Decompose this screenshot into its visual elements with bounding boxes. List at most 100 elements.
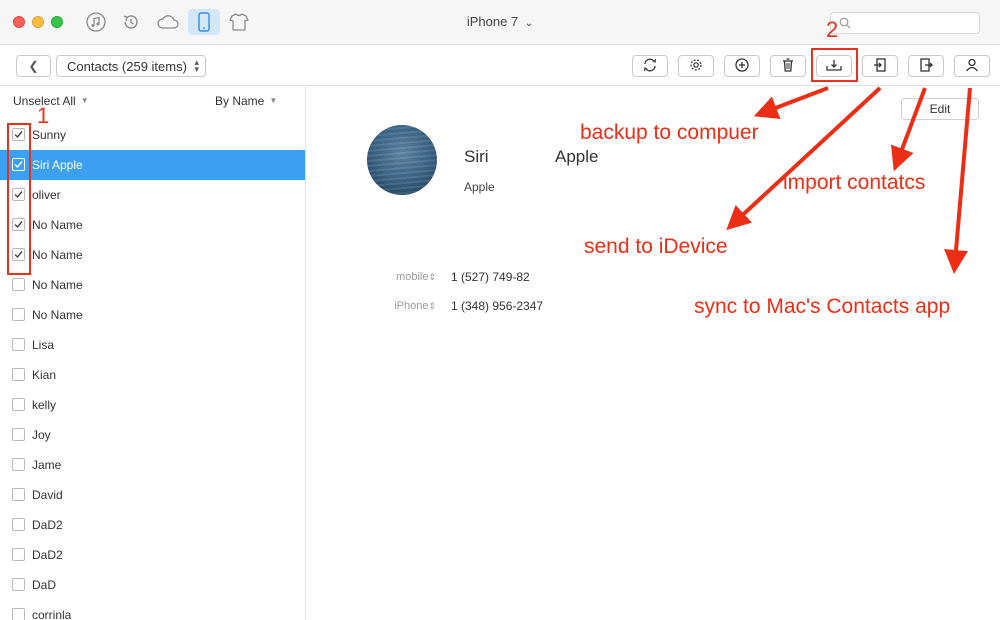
contact-checkbox[interactable] xyxy=(12,488,25,501)
step-1-annotation: 1 xyxy=(37,103,50,128)
contact-row[interactable]: No Name xyxy=(0,270,305,300)
contact-avatar xyxy=(367,125,437,195)
zoom-window-button[interactable] xyxy=(51,16,63,28)
contact-row[interactable]: Lisa xyxy=(0,330,305,360)
minimize-window-button[interactable] xyxy=(32,16,44,28)
contact-row[interactable]: DaD2 xyxy=(0,510,305,540)
step-2-annotation: 2 xyxy=(826,17,839,42)
caret-down-icon: ▼ xyxy=(80,96,89,105)
back-button[interactable]: ❮ xyxy=(16,55,51,77)
contact-name: No Name xyxy=(32,218,83,232)
contact-checkbox[interactable] xyxy=(12,278,25,291)
sort-dropdown[interactable]: By Name ▼ xyxy=(215,94,277,108)
contact-name: DaD2 xyxy=(32,548,63,562)
annotation-sync: sync to Mac's Contacts app xyxy=(694,295,951,318)
contact-row[interactable]: Kian xyxy=(0,360,305,390)
contact-name: Jame xyxy=(32,458,62,472)
add-icon xyxy=(734,57,750,76)
edit-button[interactable]: Edit xyxy=(901,98,979,120)
contact-row[interactable]: Siri Apple xyxy=(0,150,305,180)
contact-checkbox[interactable] xyxy=(12,308,25,321)
contact-name: corrinla xyxy=(32,608,72,620)
sync-contacts-button[interactable] xyxy=(954,55,990,77)
contact-name: Siri Apple xyxy=(32,158,83,172)
arrow-backup xyxy=(753,86,829,119)
chevron-left-icon: ❮ xyxy=(28,59,39,73)
contact-name: kelly xyxy=(32,398,57,412)
contact-row[interactable]: No Name xyxy=(0,300,305,330)
close-window-button[interactable] xyxy=(13,16,25,28)
refresh-button[interactable] xyxy=(632,55,668,77)
contact-row[interactable]: David xyxy=(0,480,305,510)
contact-list-panel: Unselect All ▼ By Name ▼ Sunny Siri Apple ol… xyxy=(0,87,306,620)
contact-checkbox[interactable] xyxy=(12,458,25,471)
cloud-icon[interactable] xyxy=(155,11,181,33)
contact-row[interactable]: DaD2 xyxy=(0,540,305,570)
chevron-down-icon: ⌄ xyxy=(524,18,534,29)
device-name: iPhone 7 xyxy=(466,14,519,29)
up-down-arrows-icon: ⇕ xyxy=(428,301,436,311)
contact-last-name: Apple xyxy=(555,147,599,166)
contact-row[interactable]: No Name xyxy=(0,240,305,270)
caret-down-icon: ▼ xyxy=(269,96,278,105)
contact-name: DaD xyxy=(32,578,57,592)
contact-name: No Name xyxy=(32,248,83,262)
category-select[interactable]: Contacts (259 items) ▴ ▾ xyxy=(56,55,206,77)
send-to-device-button[interactable] xyxy=(908,55,944,77)
contact-row[interactable]: corrinla xyxy=(0,600,305,620)
contact-checkbox[interactable] xyxy=(12,428,25,441)
annotation-backup: backup to compuer xyxy=(580,121,759,144)
contact-name: DaD2 xyxy=(32,518,63,532)
contact-name: Joy xyxy=(32,428,51,442)
contact-name: David xyxy=(32,488,63,502)
phone-value-iphone: 1 (348) 956-2347 xyxy=(451,299,544,313)
phone-label-text: mobile xyxy=(396,271,429,283)
contact-checkbox[interactable] xyxy=(12,518,25,531)
contact-checkbox[interactable] xyxy=(12,368,25,381)
checked-contacts-highlight-box xyxy=(7,123,31,275)
contact-row[interactable]: No Name xyxy=(0,210,305,240)
contact-checkbox[interactable] xyxy=(12,608,25,620)
backup-highlight-box xyxy=(811,48,858,82)
import-button[interactable] xyxy=(862,55,898,77)
search-icon xyxy=(839,17,851,32)
restore-icon[interactable] xyxy=(120,11,142,33)
contact-row[interactable]: DaD xyxy=(0,570,305,600)
device-selector[interactable]: iPhone 7 ⌄ xyxy=(440,14,560,29)
music-icon[interactable] xyxy=(85,11,107,33)
contact-checkbox[interactable] xyxy=(12,548,25,561)
refresh-icon xyxy=(642,57,658,76)
delete-button[interactable] xyxy=(770,55,806,77)
contact-row[interactable]: kelly xyxy=(0,390,305,420)
title-bar: iPhone 7 ⌄ xyxy=(0,0,1000,45)
contact-name: Sunny xyxy=(32,128,67,142)
phone-icon[interactable] xyxy=(188,9,220,35)
up-down-arrows-icon: ▴ ▾ xyxy=(194,57,199,74)
contact-row[interactable]: oliver xyxy=(0,180,305,210)
phone-value-mobile: 1 (527) 749-82 xyxy=(451,270,530,284)
search-input[interactable] xyxy=(830,12,980,34)
contact-checkbox[interactable] xyxy=(12,338,25,351)
up-down-arrows-icon: ⇕ xyxy=(428,272,436,282)
trash-icon xyxy=(780,57,796,76)
gear-icon xyxy=(688,57,704,76)
add-button[interactable] xyxy=(724,55,760,77)
unselect-all-dropdown[interactable]: Unselect All ▼ xyxy=(13,94,89,108)
phone-label-iphone[interactable]: iPhone⇕ xyxy=(376,300,436,312)
settings-button[interactable] xyxy=(678,55,714,77)
annotation-send: send to iDevice xyxy=(584,235,728,258)
tshirt-icon[interactable] xyxy=(228,11,250,33)
contact-checkbox[interactable] xyxy=(12,578,25,591)
phone-label-mobile[interactable]: mobile⇕ xyxy=(376,271,436,283)
contact-row[interactable]: Jame xyxy=(0,450,305,480)
contact-checkbox[interactable] xyxy=(12,398,25,411)
contact-name: Kian xyxy=(32,368,57,382)
sort-label: By Name xyxy=(215,94,265,108)
person-icon xyxy=(964,57,980,76)
arrow-send xyxy=(726,86,882,231)
contact-first-name: Siri xyxy=(464,147,489,166)
contact-name: oliver xyxy=(32,188,61,202)
category-label: Contacts (259 items) xyxy=(67,58,187,74)
export-icon xyxy=(918,57,934,76)
contact-row[interactable]: Joy xyxy=(0,420,305,450)
